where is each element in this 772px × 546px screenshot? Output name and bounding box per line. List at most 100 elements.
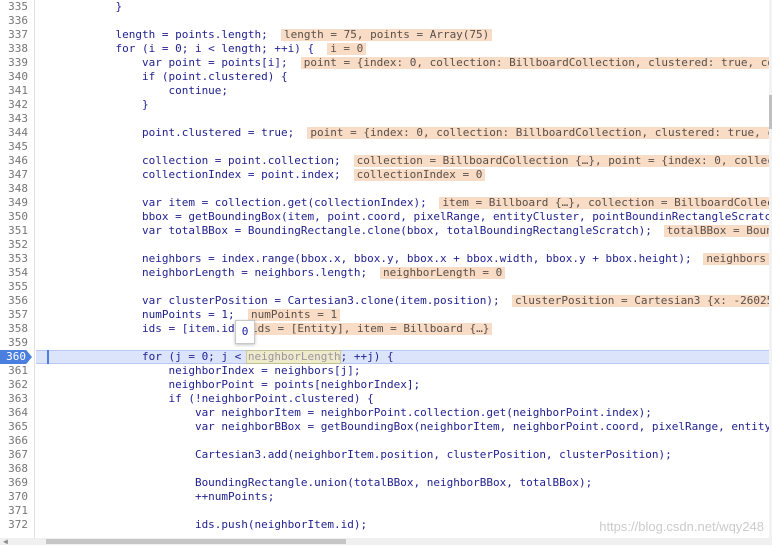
horizontal-scrollbar[interactable]: ◀ (0, 538, 772, 546)
inline-value-badge: numPoints = 1 (248, 309, 341, 321)
inline-value-badge: ids = [Entity], item = Billboard {…} (248, 323, 493, 335)
code-line[interactable] (36, 462, 769, 476)
line-number[interactable]: 345 (0, 140, 28, 154)
scroll-left-icon[interactable]: ◀ (3, 538, 8, 546)
code-line[interactable]: neighborLength = neighbors.length; neighb… (36, 266, 769, 280)
code-line[interactable]: if (!neighborPoint.clustered) { (36, 392, 769, 406)
code-line[interactable]: collection = point.collection; collection… (36, 154, 769, 168)
line-number[interactable]: 353 (0, 252, 28, 266)
line-number-label: 356 (8, 294, 28, 307)
line-number-label: 355 (8, 280, 28, 293)
line-number[interactable]: 337 (0, 28, 28, 42)
code-area[interactable]: } length = points.length; length = 75, po… (36, 0, 769, 538)
line-number[interactable]: 354 (0, 266, 28, 280)
code-line[interactable]: numPoints = 1; numPoints = 1 (36, 308, 769, 322)
line-number[interactable]: 362 (0, 378, 28, 392)
code-line[interactable]: continue; (36, 84, 769, 98)
code-line[interactable] (36, 504, 769, 518)
code-line[interactable]: } (36, 0, 769, 14)
line-number-label: 362 (8, 378, 28, 391)
code-line[interactable]: for (j = 0; j < neighborLength; ++j) { (36, 350, 769, 364)
line-number-label: 344 (8, 126, 28, 139)
line-number[interactable]: 339 (0, 56, 28, 70)
line-number[interactable]: 344 (0, 126, 28, 140)
line-number[interactable]: 346 (0, 154, 28, 168)
code-line[interactable]: ids = [item.id ids = [Entity], item = Bil… (36, 322, 769, 336)
code-line[interactable] (36, 112, 769, 126)
code-text: var point = points[i]; (36, 56, 288, 69)
line-number[interactable]: 357 (0, 308, 28, 322)
line-number[interactable]: 372 (0, 518, 28, 532)
line-number[interactable]: 352 (0, 238, 28, 252)
code-line[interactable]: for (i = 0; i < length; ++i) {i = 0 (36, 42, 769, 56)
line-number[interactable]: 336 (0, 14, 28, 28)
line-number[interactable]: 348 (0, 182, 28, 196)
line-number[interactable]: 364 (0, 406, 28, 420)
line-number[interactable]: 369 (0, 476, 28, 490)
code-line[interactable]: var point = points[i]; point = {index: 0,… (36, 56, 769, 70)
code-line[interactable]: point.clustered = true; point = {index: 0… (36, 126, 769, 140)
code-line[interactable]: neighbors = index.range(bbox.x, bbox.y, … (36, 252, 769, 266)
line-number-gutter[interactable]: 335 336 337 338 339 340 341 342 343 344 345 346 347 3… (0, 0, 35, 538)
line-number[interactable]: 343 (0, 112, 28, 126)
line-number[interactable]: 359 (0, 336, 28, 350)
line-number[interactable]: 351 (0, 224, 28, 238)
line-number[interactable]: 347 (0, 168, 28, 182)
line-number[interactable]: 360 (0, 350, 32, 364)
line-number-label: 337 (8, 28, 28, 41)
line-number-label: 367 (8, 448, 28, 461)
code-line[interactable]: } (36, 98, 769, 112)
line-number[interactable]: 335 (0, 0, 28, 14)
inline-value-badge: point = {index: 0, collection: Billboard… (307, 127, 769, 139)
code-line[interactable]: collectionIndex = point.index; collection… (36, 168, 769, 182)
code-line[interactable]: bbox = getBoundingBox(item, point.coord,… (36, 210, 769, 224)
code-line[interactable]: neighborIndex = neighbors[j]; (36, 364, 769, 378)
code-line[interactable]: ++numPoints; (36, 490, 769, 504)
code-line[interactable]: var neighborItem = neighborPoint.collect… (36, 406, 769, 420)
code-text: var totalBBox = BoundingRectangle.clone(… (36, 224, 652, 237)
code-line[interactable]: Cartesian3.add(neighborItem.position, cl… (36, 448, 769, 462)
code-line[interactable] (36, 14, 769, 28)
code-text: ids.push(neighborItem.id); (36, 518, 368, 531)
line-number[interactable]: 349 (0, 196, 28, 210)
code-line[interactable] (36, 434, 769, 448)
code-line[interactable] (36, 140, 769, 154)
code-line[interactable] (36, 182, 769, 196)
code-editor[interactable]: 335 336 337 338 339 340 341 342 343 344 345 346 347 3… (0, 0, 769, 538)
code-text: collectionIndex = point.index; (36, 168, 341, 181)
line-number[interactable]: 341 (0, 84, 28, 98)
code-line[interactable]: var totalBBox = BoundingRectangle.clone(… (36, 224, 769, 238)
line-number[interactable]: 361 (0, 364, 28, 378)
horizontal-scrollbar-thumb[interactable] (46, 539, 346, 544)
line-number[interactable]: 368 (0, 462, 28, 476)
line-number[interactable]: 342 (0, 98, 28, 112)
line-number[interactable]: 355 (0, 280, 28, 294)
line-number[interactable]: 371 (0, 504, 28, 518)
code-line[interactable] (36, 280, 769, 294)
line-number[interactable]: 338 (0, 42, 28, 56)
line-number[interactable]: 363 (0, 392, 28, 406)
line-number-label: 363 (8, 392, 28, 405)
code-line[interactable]: var item = collection.get(collectionInde… (36, 196, 769, 210)
line-number-label: 361 (8, 364, 28, 377)
code-line[interactable]: BoundingRectangle.union(totalBBox, neigh… (36, 476, 769, 490)
line-number[interactable]: 358 (0, 322, 28, 336)
line-number[interactable]: 366 (0, 434, 28, 448)
line-number[interactable]: 340 (0, 70, 28, 84)
line-number-label: 372 (8, 518, 28, 531)
code-line[interactable] (36, 238, 769, 252)
line-number[interactable]: 367 (0, 448, 28, 462)
code-line[interactable]: if (point.clustered) { (36, 70, 769, 84)
line-number[interactable]: 356 (0, 294, 28, 308)
line-number[interactable]: 365 (0, 420, 28, 434)
code-line[interactable]: var clusterPosition = Cartesian3.clone(i… (36, 294, 769, 308)
inline-value-badge: collectionIndex = 0 (353, 169, 486, 181)
code-line[interactable]: neighborPoint = points[neighborIndex]; (36, 378, 769, 392)
code-line[interactable]: var neighborBBox = getBoundingBox(neighb… (36, 420, 769, 434)
line-number[interactable]: 350 (0, 210, 28, 224)
line-number-label: 359 (8, 336, 28, 349)
code-line[interactable] (36, 336, 769, 350)
line-number[interactable]: 370 (0, 490, 28, 504)
code-line[interactable]: length = points.length; length = 75, poin… (36, 28, 769, 42)
inline-value-badge: point = {index: 0, collection: Billboard… (300, 57, 769, 69)
